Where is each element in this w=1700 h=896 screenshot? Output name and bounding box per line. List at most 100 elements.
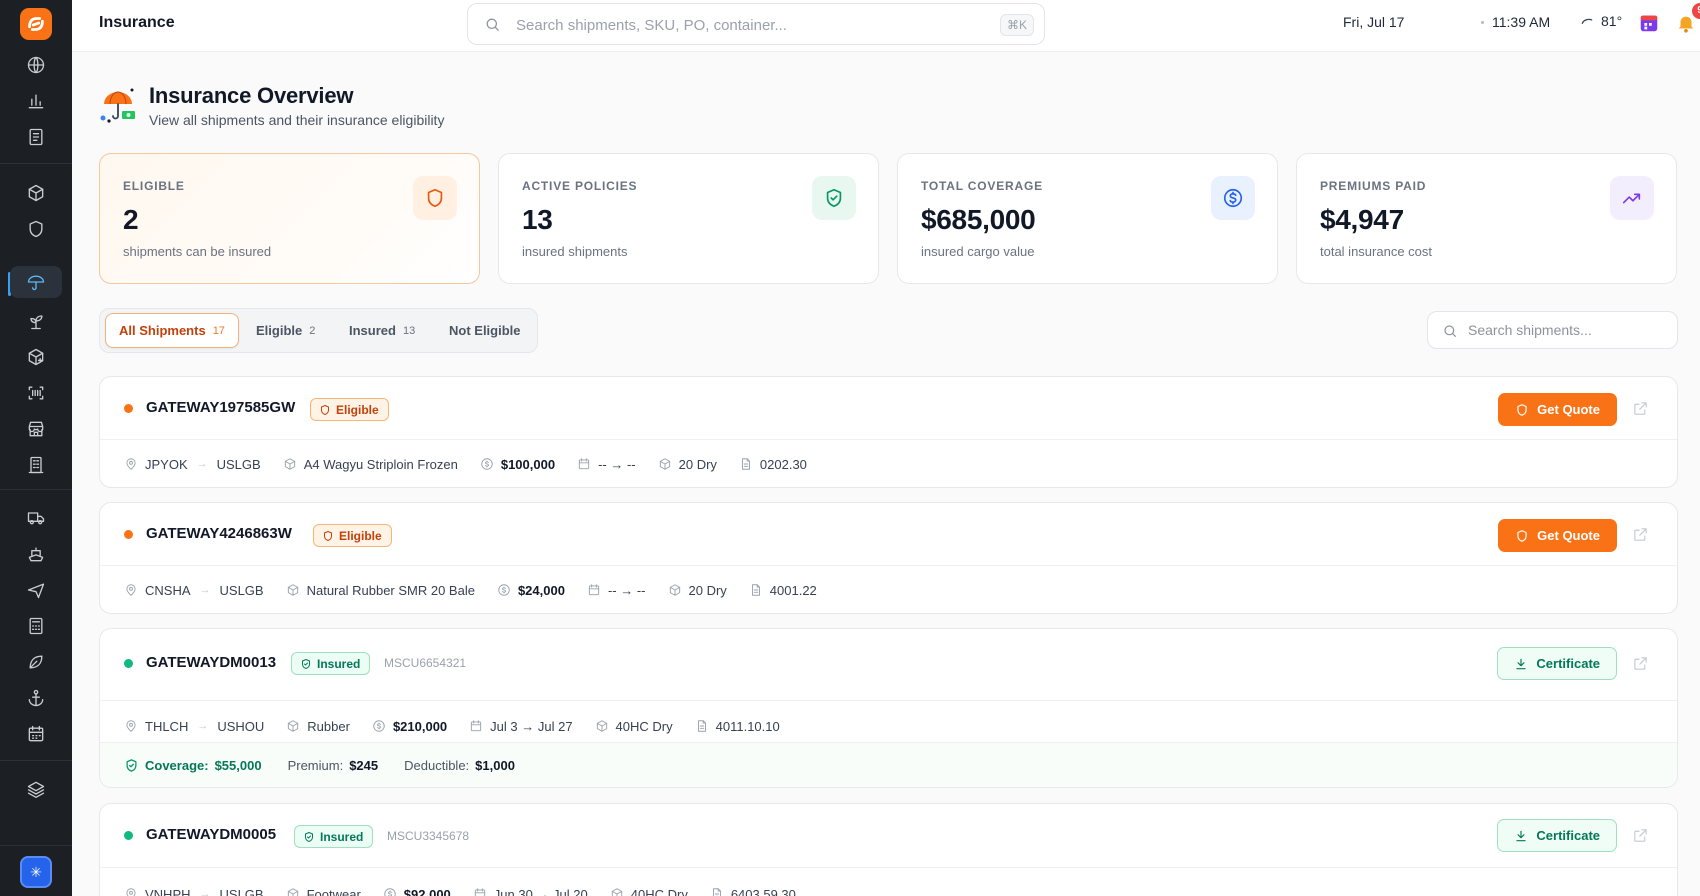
hs-code: 6403.59.30	[710, 887, 796, 896]
external-link-icon	[1634, 402, 1647, 415]
equipment: 40HC Dry	[610, 887, 688, 896]
stat-card-eligible[interactable]: ELIGIBLE 2 shipments can be insured	[99, 153, 480, 284]
nav-scan[interactable]	[10, 377, 62, 409]
stat-description: shipments can be insured	[123, 244, 272, 259]
external-link-icon	[1634, 829, 1647, 842]
nav-ship[interactable]	[10, 538, 62, 570]
global-search-input[interactable]	[516, 14, 946, 36]
dollar-circle-icon	[384, 888, 396, 896]
certificate-button[interactable]: Certificate	[1497, 819, 1617, 852]
stat-icon-wrap	[1610, 176, 1654, 220]
open-external-button[interactable]	[1632, 400, 1649, 417]
nav-documents[interactable]	[10, 121, 62, 153]
app-logo[interactable]	[20, 8, 52, 40]
schedule-text: Jul 3 → Jul 27	[490, 718, 573, 734]
route: VNHPH → USLGB	[124, 887, 264, 896]
cargo-value-text: $92,000	[403, 886, 451, 896]
cargo-value: $24,000	[497, 583, 565, 598]
open-external-button[interactable]	[1632, 655, 1649, 672]
open-external-button[interactable]	[1632, 526, 1649, 543]
nav-truck[interactable]	[10, 502, 62, 534]
nav-anchor[interactable]	[10, 682, 62, 714]
route: JPYOK → USLGB	[124, 457, 261, 472]
get-quote-button[interactable]: Get Quote	[1498, 393, 1617, 426]
nav-globe[interactable]	[10, 49, 62, 81]
nav-insurance[interactable]	[10, 266, 62, 298]
route: THLCH → USHOU	[124, 719, 264, 734]
hs-code-text: 0202.30	[759, 456, 807, 472]
tab-all-shipments[interactable]: All Shipments 17	[105, 313, 239, 348]
get-quote-button[interactable]: Get Quote	[1498, 519, 1617, 552]
nav-sprout[interactable]	[10, 305, 62, 337]
hs-code-text: 4001.22	[769, 582, 817, 598]
stat-card-total-coverage[interactable]: TOTAL COVERAGE $685,000 insured cargo va…	[897, 153, 1278, 284]
header-time: 11:39 AM	[1492, 14, 1551, 30]
deductible: Deductible: $1,000	[404, 758, 515, 773]
nav-leaf[interactable]	[10, 646, 62, 678]
stat-label: TOTAL COVERAGE	[921, 179, 1043, 193]
status-badge-label: Eligible	[336, 402, 379, 417]
package-icon	[284, 458, 295, 470]
nav-layers[interactable]	[10, 773, 62, 805]
shipment-search[interactable]	[1427, 311, 1678, 349]
tab-not-eligible[interactable]: Not Eligible	[436, 313, 534, 348]
status-badge: Eligible	[310, 398, 389, 421]
shipment-row[interactable]: GATEWAY4246863W Eligible Get Quote CNSHA…	[99, 502, 1678, 614]
shipment-id[interactable]: GATEWAY197585GW	[146, 399, 295, 416]
status-dot	[124, 831, 133, 840]
coverage-amount: Coverage: $55,000	[124, 758, 262, 773]
shipment-id[interactable]: GATEWAY4246863W	[146, 525, 292, 542]
cargo-value-text: $24,000	[517, 582, 565, 598]
status-dot	[124, 404, 133, 413]
shipment-row[interactable]: GATEWAYDM0013 Insured MSCU6654321 Certif…	[99, 628, 1678, 788]
deductible-value: $1,000	[475, 758, 515, 773]
shipment-header: GATEWAY4246863W Eligible Get Quote	[100, 503, 1677, 566]
nav-plane[interactable]	[10, 574, 62, 606]
commodity: Rubber	[286, 719, 350, 734]
calendar-icon	[28, 725, 44, 742]
nav-packages[interactable]	[10, 177, 62, 209]
store-icon	[28, 421, 44, 437]
dollar-circle-icon	[498, 584, 510, 596]
weather-widget[interactable]: 81°	[1580, 13, 1622, 29]
calendar-app-button[interactable]	[1636, 10, 1662, 36]
nav-building[interactable]	[10, 449, 62, 481]
shipment-id[interactable]: GATEWAYDM0005	[146, 826, 276, 843]
dollar-circle-icon	[373, 720, 385, 732]
tab-insured[interactable]: Insured 13	[336, 313, 428, 348]
nav-box-plus[interactable]	[10, 341, 62, 373]
certificate-button[interactable]: Certificate	[1497, 647, 1617, 680]
schedule-text: Jun 30 → Jul 20	[493, 886, 588, 896]
nav-analytics[interactable]	[10, 85, 62, 117]
umbrella-icon	[27, 275, 45, 291]
shield-icon	[427, 188, 443, 208]
destination: USLGB	[219, 582, 264, 598]
stat-label: ELIGIBLE	[123, 179, 185, 193]
download-icon	[1516, 830, 1527, 841]
nav-shield[interactable]	[10, 213, 62, 245]
status-badge-label: Eligible	[339, 528, 382, 543]
container-icon	[659, 458, 670, 470]
nav-store[interactable]	[10, 413, 62, 445]
logo-icon	[28, 17, 44, 31]
shipment-row[interactable]: GATEWAYDM0005 Insured MSCU3345678 Certif…	[99, 803, 1678, 896]
stat-icon-wrap	[812, 176, 856, 220]
assistant-button[interactable]: ✳	[20, 856, 52, 888]
shield-check-icon	[305, 831, 313, 842]
shipment-row[interactable]: GATEWAY197585GW Eligible Get Quote JPYOK…	[99, 376, 1678, 488]
tab-label: Insured	[349, 323, 396, 338]
shield-check-icon	[302, 658, 310, 669]
shipment-search-input[interactable]	[1468, 320, 1668, 340]
nav-calculator[interactable]	[10, 610, 62, 642]
tab-eligible[interactable]: Eligible 2	[243, 313, 328, 348]
global-search[interactable]: ⌘K	[467, 3, 1045, 45]
stat-card-active-policies[interactable]: ACTIVE POLICIES 13 insured shipments	[498, 153, 879, 284]
equipment: 40HC Dry	[595, 719, 673, 734]
coverage-value: $55,000	[214, 758, 262, 773]
nav-calendar[interactable]	[10, 718, 62, 750]
stat-card-premiums-paid[interactable]: PREMIUMS PAID $4,947 total insurance cos…	[1296, 153, 1677, 284]
status-badge: Eligible	[313, 524, 392, 547]
open-external-button[interactable]	[1632, 827, 1649, 844]
shipment-id[interactable]: GATEWAYDM0013	[146, 654, 276, 671]
calendar-icon	[578, 458, 590, 470]
